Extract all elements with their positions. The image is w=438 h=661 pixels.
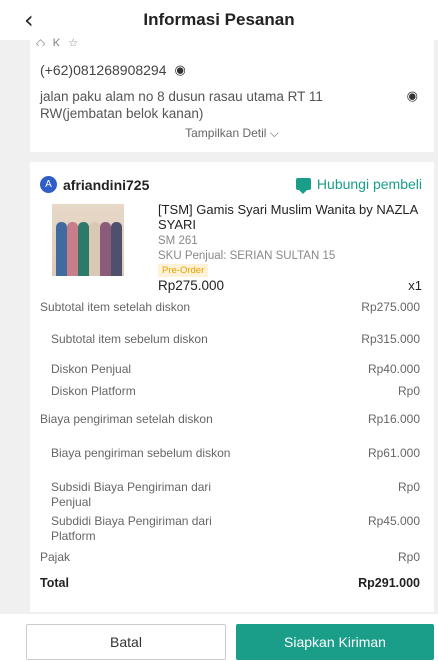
product-thumbnail-robe	[78, 222, 89, 276]
summary-value: Rp45.000	[367, 514, 420, 528]
summary-row: Biaya pengiriman setelah diskon Rp16.000	[40, 412, 420, 427]
summary-value: Rp40.000	[367, 362, 420, 376]
address-row: jalan paku alam no 8 dusun rasau utama R…	[40, 88, 420, 122]
contact-buyer-button[interactable]: Hubungi pembeli	[295, 176, 422, 194]
buyer-info[interactable]: A afriandini725	[40, 176, 149, 193]
summary-value: Rp0	[397, 384, 420, 398]
summary-row: Subsidi Biaya Pengiriman dari Penjual Rp0	[40, 480, 420, 510]
product-variant: SM 261	[158, 235, 198, 247]
eye-icon[interactable]: ◉	[407, 88, 418, 105]
summary-label: Diskon Platform	[51, 384, 136, 398]
product-thumbnail-robe	[56, 222, 67, 276]
summary-label: Subtotal item sebelum diskon	[51, 332, 208, 346]
summary-value: Rp275.000	[361, 300, 420, 314]
summary-row: Biaya pengiriman sebelum diskon Rp61.000	[40, 446, 420, 461]
product-thumbnail[interactable]	[52, 204, 124, 276]
page-title: Informasi Pesanan	[143, 10, 295, 29]
product-thumbnail-robe	[111, 222, 122, 276]
phone-number: (+62)081268908294	[40, 62, 167, 78]
summary-label: Pajak	[40, 550, 71, 564]
summary-value: Rp315.000	[361, 332, 420, 346]
recipient-name-clipped: ◇ K ☆	[36, 36, 81, 46]
seller-sku: SKU Penjual: SERIAN SULTAN 15	[158, 250, 336, 262]
action-bar: Batal Siapkan Kiriman	[0, 614, 438, 661]
summary-value: Rp16.000	[367, 412, 420, 426]
summary-label: Biaya pengiriman sebelum diskon	[51, 446, 231, 460]
phone-row: (+62)081268908294 ◉	[40, 62, 186, 78]
summary-value: Rp291.000	[358, 576, 420, 590]
cancel-button[interactable]: Batal	[26, 624, 226, 660]
top-bar: ‹ Informasi Pesanan	[0, 0, 438, 40]
eye-icon[interactable]: ◉	[175, 63, 186, 78]
summary-row: Diskon Platform Rp0	[40, 384, 420, 399]
avatar: A	[40, 176, 57, 193]
summary-value: Rp61.000	[367, 446, 420, 460]
product-name: [TSM] Gamis Syari Muslim Wanita by NAZLA…	[158, 202, 418, 232]
summary-row: Total Rp291.000	[40, 576, 420, 591]
summary-value: Rp0	[397, 550, 420, 564]
back-arrow-icon[interactable]: ‹	[24, 6, 34, 34]
summary-row: Subtotal item setelah diskon Rp275.000	[40, 300, 420, 315]
preorder-badge: Pre-Order	[158, 264, 209, 277]
product-thumbnail-robe	[89, 222, 100, 276]
summary-value: Rp0	[397, 480, 420, 494]
product-price: Rp275.000	[158, 278, 225, 293]
product-thumbnail-robe	[67, 222, 78, 276]
address-text: jalan paku alam no 8 dusun rasau utama R…	[40, 89, 323, 121]
contact-buyer-label: Hubungi pembeli	[316, 176, 422, 192]
summary-label: Biaya pengiriman setelah diskon	[40, 412, 213, 426]
chat-icon	[295, 178, 311, 194]
summary-label: Subtotal item setelah diskon	[40, 300, 191, 314]
summary-row: Subtotal item sebelum diskon Rp315.000	[40, 332, 420, 347]
product-quantity: x1	[408, 278, 422, 293]
summary-row: Pajak Rp0	[40, 550, 420, 565]
summary-label: Subdidi Biaya Pengiriman dari Platform	[51, 514, 212, 543]
buyer-name: afriandini725	[63, 176, 150, 193]
summary-label: Subsidi Biaya Pengiriman dari Penjual	[51, 480, 212, 509]
summary-label: Total	[40, 576, 69, 590]
summary-row: Diskon Penjual Rp40.000	[40, 362, 420, 377]
product-thumbnail-robe	[100, 222, 111, 276]
order-card: A afriandini725 Hubungi pembeli [TSM] Ga…	[30, 162, 434, 612]
ship-button[interactable]: Siapkan Kiriman	[236, 624, 434, 660]
summary-row: Subdidi Biaya Pengiriman dari Platform Rp…	[40, 514, 420, 544]
address-card: ◇ K ☆ (+62)081268908294 ◉ jalan paku ala…	[30, 36, 434, 152]
summary-label: Diskon Penjual	[51, 362, 132, 376]
show-detail-link[interactable]: Tampilkan Detil ⌵	[30, 126, 434, 141]
